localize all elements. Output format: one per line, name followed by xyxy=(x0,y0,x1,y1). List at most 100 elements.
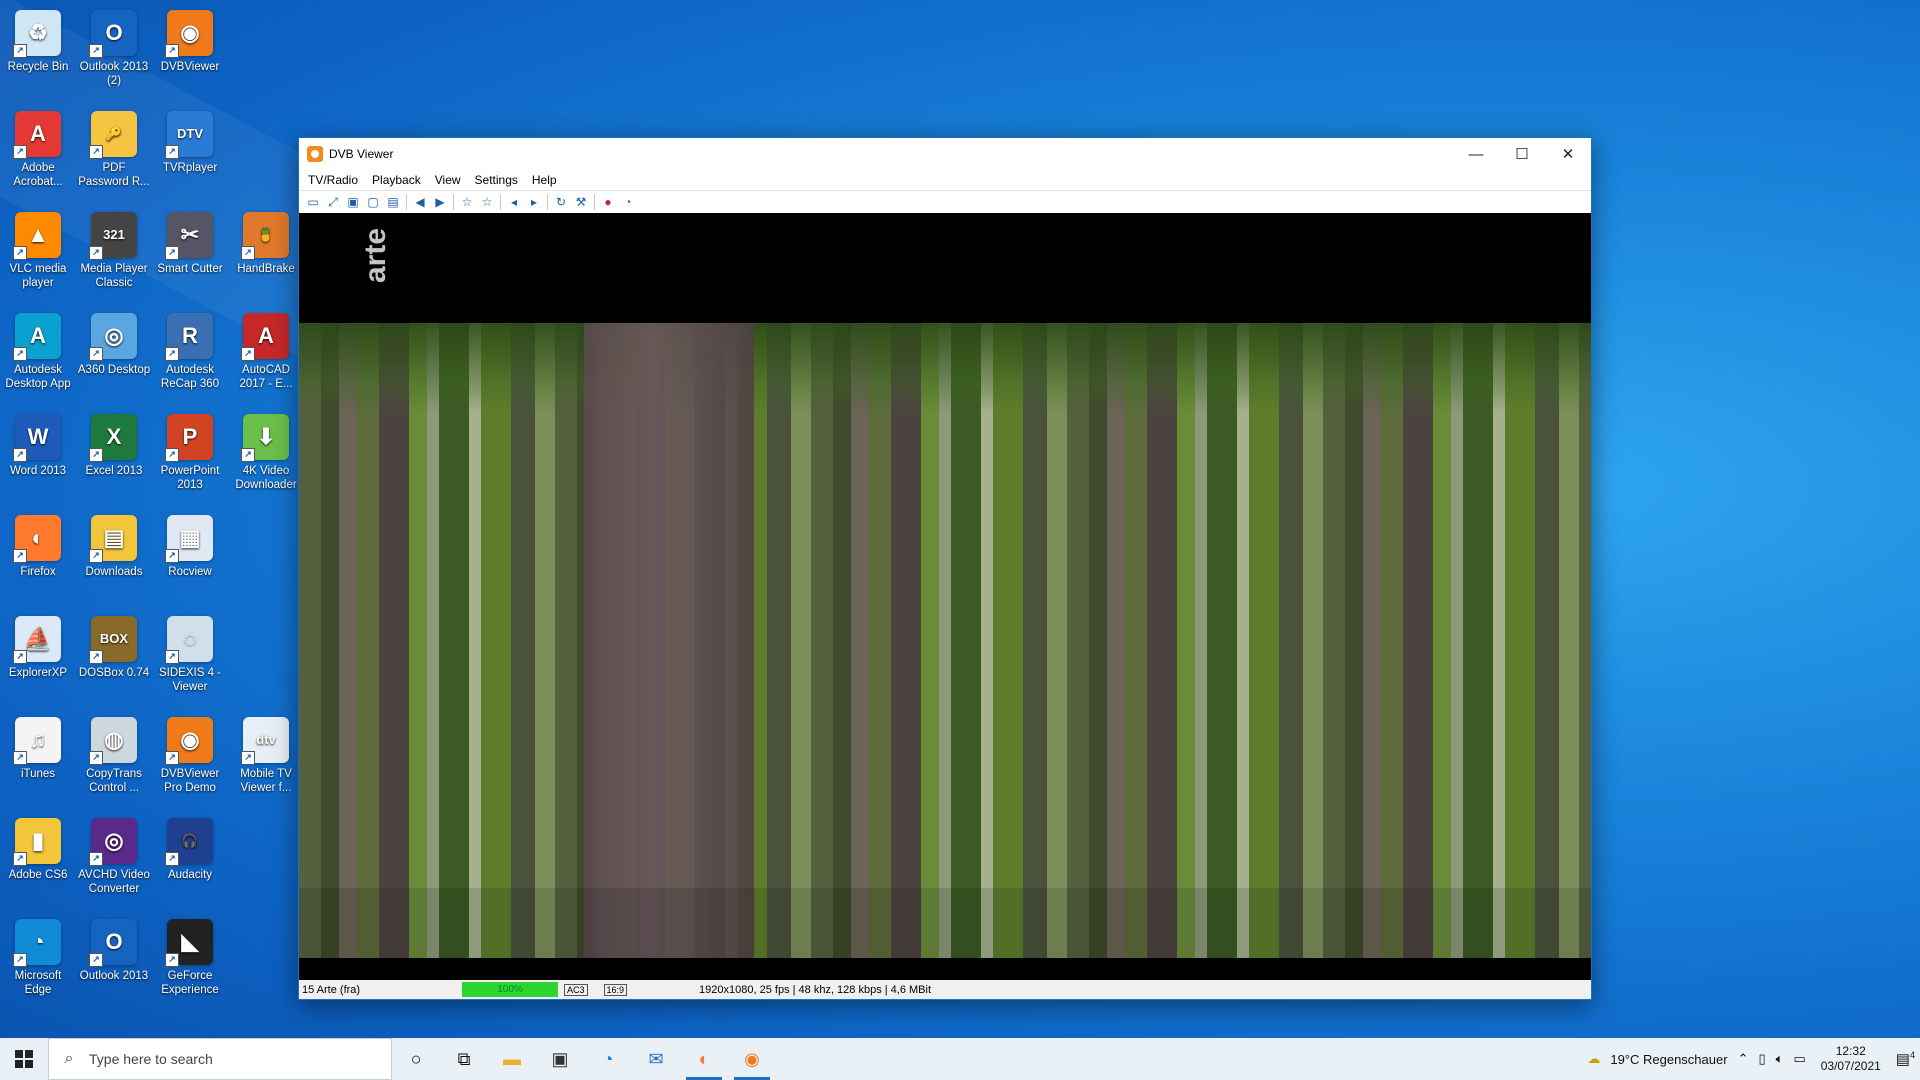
desktop-shortcut[interactable]: P ↗ PowerPoint 2013 xyxy=(152,408,228,492)
desktop-shortcut[interactable]: ▲ ↗ VLC media player xyxy=(0,206,76,290)
desktop-shortcut-label: Autodesk Desktop App xyxy=(5,364,71,390)
shortcut-arrow-icon: ↗ xyxy=(165,650,179,664)
toolbar-separator xyxy=(500,194,501,210)
desktop-shortcut[interactable]: R ↗ Autodesk ReCap 360 xyxy=(152,307,228,391)
channel-logo: arte xyxy=(359,227,392,283)
maximize-icon[interactable]: ☐ xyxy=(1499,138,1545,170)
desktop-shortcut-label: AutoCAD 2017 - E... xyxy=(239,364,293,390)
fullscreen-icon[interactable]: ⤢ xyxy=(323,192,343,212)
desktop-shortcut[interactable]: ◎ ↗ AVCHD Video Converter xyxy=(76,812,152,896)
notification-icon[interactable]: ▤4 xyxy=(1896,1050,1915,1068)
shortcut-arrow-icon: ↗ xyxy=(165,44,179,58)
favorite-add-icon[interactable]: ☆ xyxy=(477,192,497,212)
desktop-shortcut[interactable]: ✂ ↗ Smart Cutter xyxy=(152,206,228,276)
menu-view[interactable]: View xyxy=(428,173,468,187)
tools-icon[interactable]: ⚒ xyxy=(571,192,591,212)
record-icon[interactable]: ● xyxy=(598,192,618,212)
desktop-shortcut[interactable]: A ↗ Adobe Acrobat... xyxy=(0,105,76,189)
audio-format-badge: AC3 xyxy=(564,983,588,996)
device-icon[interactable]: ▯ xyxy=(1758,1051,1765,1067)
desktop-shortcut[interactable]: A ↗ AutoCAD 2017 - E... xyxy=(228,307,304,391)
desktop-shortcut[interactable]: 🍍 ↗ HandBrake xyxy=(228,206,304,276)
desktop-shortcut[interactable]: BOX ↗ DOSBox 0.74 xyxy=(76,610,152,680)
menu-tv-radio[interactable]: TV/Radio xyxy=(301,173,365,187)
desktop-shortcut[interactable]: ⬇ ↗ 4K Video Downloader xyxy=(228,408,304,492)
desktop-shortcut[interactable]: ⛵ ↗ ExplorerXP xyxy=(0,610,76,680)
forward-icon[interactable]: ▶ xyxy=(430,192,450,212)
desktop-shortcut-label: Microsoft Edge xyxy=(14,970,62,996)
clock[interactable]: 12:32 03/07/2021 xyxy=(1821,1044,1881,1074)
weather-icon[interactable]: ☁ xyxy=(1587,1051,1600,1067)
edge-taskbar-icon[interactable]: ◔ xyxy=(584,1038,632,1080)
desktop-shortcut[interactable]: ▦ ↗ Rocview xyxy=(152,509,228,579)
clock-date: 03/07/2021 xyxy=(1820,1059,1881,1073)
file-explorer-icon[interactable]: ▬ xyxy=(488,1038,536,1080)
cortana-icon[interactable]: ○ xyxy=(392,1038,440,1080)
timer-icon[interactable]: ◔ xyxy=(618,192,638,212)
shortcut-arrow-icon: ↗ xyxy=(241,246,255,260)
autocad-icon: A ↗ xyxy=(241,313,289,361)
volume-icon[interactable]: 🔈︎ xyxy=(1776,1051,1784,1067)
desktop-shortcut[interactable]: DTV ↗ TVRplayer xyxy=(152,105,228,175)
desktop-shortcut[interactable]: ◐ ↗ Firefox xyxy=(0,509,76,579)
desktop-shortcut[interactable]: ▮ ↗ Adobe CS6 xyxy=(0,812,76,882)
desktop-shortcut[interactable]: ◎ ↗ A360 Desktop xyxy=(76,307,152,377)
dosbox-icon: BOX ↗ xyxy=(89,616,137,664)
desktop-shortcut[interactable]: ♻ ↗ Recycle Bin xyxy=(0,4,76,74)
volume-down-icon[interactable]: ◂ xyxy=(504,192,524,212)
store-icon[interactable]: ▣ xyxy=(536,1038,584,1080)
menu-help[interactable]: Help xyxy=(525,173,564,187)
dvb-viewer-window[interactable]: DVB Viewer — ☐ ✕ TV/Radio Playback View … xyxy=(298,137,1592,1000)
window-icon[interactable]: ▭ xyxy=(303,192,323,212)
menu-playback[interactable]: Playback xyxy=(365,173,428,187)
video-area[interactable]: arte xyxy=(299,213,1591,980)
osd-icon[interactable]: ▤ xyxy=(383,192,403,212)
shortcut-arrow-icon: ↗ xyxy=(89,650,103,664)
back-icon[interactable]: ◀ xyxy=(410,192,430,212)
desktop-icon[interactable]: ▣ xyxy=(343,192,363,212)
volume-up-icon[interactable]: ▸ xyxy=(524,192,544,212)
desktop-shortcut[interactable]: O ↗ Outlook 2013 xyxy=(76,913,152,983)
network-icon[interactable]: ▭ xyxy=(1793,1051,1805,1067)
chevron-up-icon[interactable]: ⌃ xyxy=(1738,1051,1749,1067)
desktop-shortcut[interactable]: 🎧 ↗ Audacity xyxy=(152,812,228,882)
desktop-shortcut[interactable]: dtv ↗ Mobile TV Viewer f... xyxy=(228,711,304,795)
close-icon[interactable]: ✕ xyxy=(1545,138,1591,170)
desktop-shortcut[interactable]: ◌ ↗ SIDEXIS 4 - Viewer xyxy=(152,610,228,694)
shortcut-arrow-icon: ↗ xyxy=(89,751,103,765)
desktop-shortcut[interactable]: ◣ ↗ GeForce Experience xyxy=(152,913,228,997)
shortcut-arrow-icon: ↗ xyxy=(89,145,103,159)
desktop-shortcut[interactable]: A ↗ Autodesk Desktop App xyxy=(0,307,76,391)
weather-text[interactable]: 19°C Regenschauer xyxy=(1610,1052,1727,1067)
desktop-shortcut[interactable]: W ↗ Word 2013 xyxy=(0,408,76,478)
shortcut-arrow-icon: ↗ xyxy=(241,751,255,765)
task-view-icon[interactable]: ⧉ xyxy=(440,1038,488,1080)
desktop-shortcut[interactable]: 🔑 ↗ PDF Password R... xyxy=(76,105,152,189)
desktop-shortcut[interactable]: X ↗ Excel 2013 xyxy=(76,408,152,478)
desktop-shortcut[interactable]: ◉ ↗ DVBViewer Pro Demo xyxy=(152,711,228,795)
desktop-shortcut[interactable]: ◉ ↗ DVBViewer xyxy=(152,4,228,74)
firefox-taskbar-icon[interactable]: ◐ xyxy=(680,1038,728,1080)
desktop-shortcut[interactable]: 321 ↗ Media Player Classic xyxy=(76,206,152,290)
mail-icon[interactable]: ✉ xyxy=(632,1038,680,1080)
title-bar[interactable]: DVB Viewer — ☐ ✕ xyxy=(299,138,1591,170)
shortcut-arrow-icon: ↗ xyxy=(89,549,103,563)
snapshot-icon[interactable]: ▢ xyxy=(363,192,383,212)
menu-settings[interactable]: Settings xyxy=(468,173,525,187)
desktop-shortcut-label: HandBrake xyxy=(237,263,295,275)
dvbviewer-taskbar-icon[interactable]: ◉ xyxy=(728,1038,776,1080)
minimize-icon[interactable]: — xyxy=(1453,138,1499,170)
desktop-shortcut[interactable]: O ↗ Outlook 2013 (2) xyxy=(76,4,152,88)
refresh-icon[interactable]: ↻ xyxy=(551,192,571,212)
start-button[interactable] xyxy=(0,1038,48,1080)
desktop-shortcut[interactable]: ▤ ↗ Downloads xyxy=(76,509,152,579)
channel-name: 15 Arte (fra) xyxy=(302,983,361,996)
favorite-icon[interactable]: ☆ xyxy=(457,192,477,212)
desktop-shortcut[interactable]: ◔ ↗ Microsoft Edge xyxy=(0,913,76,997)
taskbar-search[interactable]: ⌕ Type here to search xyxy=(48,1038,392,1080)
autodesk-app-icon: A ↗ xyxy=(13,313,61,361)
desktop: ♻ ↗ Recycle Bin O ↗ Outlook 2013 (2) ◉ ↗ DVBView… xyxy=(0,0,1920,1038)
desktop-shortcut[interactable]: ♫ ↗ iTunes xyxy=(0,711,76,781)
desktop-shortcut-label: Media Player Classic xyxy=(80,263,148,289)
desktop-shortcut[interactable]: ◍ ↗ CopyTrans Control ... xyxy=(76,711,152,795)
